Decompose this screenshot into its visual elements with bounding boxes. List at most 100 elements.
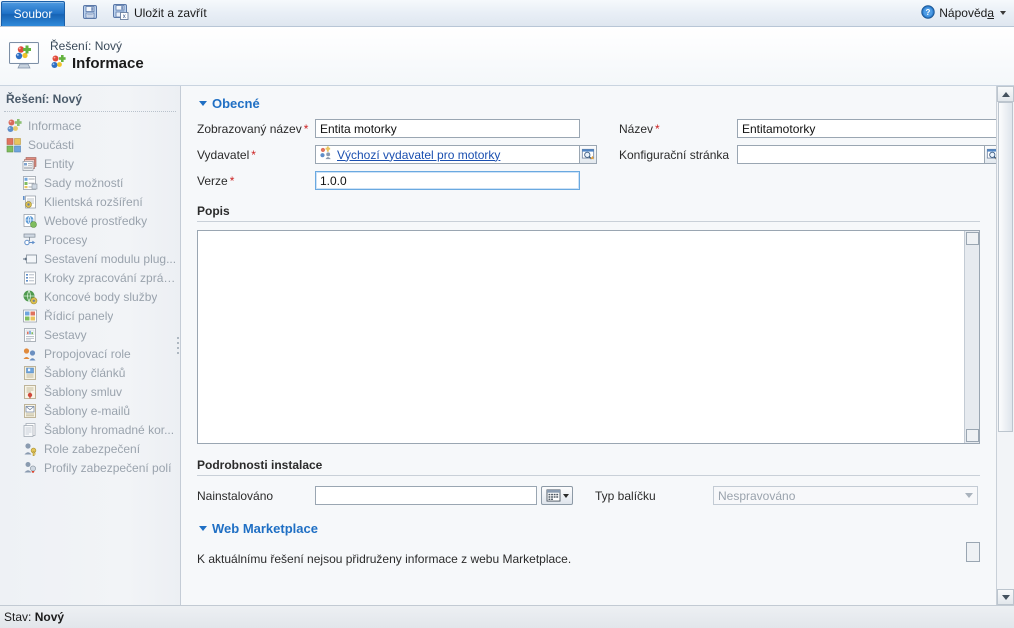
collapse-triangle-icon (199, 101, 207, 106)
publisher-lookup-field[interactable]: Výchozí vydavatel pro motorky (315, 145, 580, 164)
version-row: Verze * (197, 171, 597, 190)
file-tab-label: Soubor (13, 7, 53, 21)
sidebar-item-informace[interactable]: Informace (0, 116, 180, 135)
name-input[interactable] (737, 119, 996, 138)
sidebar-item-sablony-clanku[interactable]: Šablony článků (0, 363, 180, 382)
publisher-link[interactable]: Výchozí vydavatel pro motorky (337, 148, 500, 162)
sidebar-item-label: Šablony hromadné kor... (44, 422, 175, 437)
sidebar-item-sablony-hromadne-kor[interactable]: Šablony hromadné kor... (0, 420, 180, 439)
sidebar-item-webove-prostredky[interactable]: Webové prostředky (0, 211, 180, 230)
display-name-control (315, 119, 580, 138)
page-scrollbar[interactable] (996, 86, 1014, 605)
sidebar-item-klientska-rozsireni[interactable]: Klientská rozšíření (0, 192, 180, 211)
sidebar-item-label: Role zabezpečení (44, 441, 141, 456)
sidebar-item-label: Řídicí panely (44, 308, 114, 323)
sidebar-item-label: Šablony e-mailů (44, 403, 131, 418)
general-section-title: Obecné (212, 96, 260, 111)
components-icon (6, 137, 22, 153)
config-page-lookup-button[interactable] (985, 145, 996, 164)
sidebar-item-koncove-body-sluzby[interactable]: Koncové body služby (0, 287, 180, 306)
save-and-close-button[interactable]: x Uložit a zavřít (110, 3, 210, 24)
entity-icon (22, 156, 38, 172)
config-page-input[interactable] (737, 145, 985, 164)
status-prefix: Stav: (4, 610, 32, 624)
sidebar-item-propojovaci-role[interactable]: Propojovací role (0, 344, 180, 363)
installed-date-input[interactable] (315, 486, 537, 505)
install-fields-row: Nainstalováno Typ balíčku Nespravováno (197, 486, 980, 505)
form-content: Obecné Zobrazovaný název* Vydavatel* (181, 86, 996, 605)
description-scrollbar[interactable] (964, 231, 979, 443)
publisher-label: Vydavatel * (197, 147, 256, 162)
install-heading-block: Podrobnosti instalace (197, 458, 980, 476)
page-scroll-down-button[interactable] (997, 589, 1014, 605)
sidebar-item-label: Sestavy (44, 327, 87, 342)
sidebar-item-sablony-smluv[interactable]: Šablony smluv (0, 382, 180, 401)
sidebar-item-sablony-emailu[interactable]: Šablony e-mailů (0, 401, 180, 420)
page-scroll-up-button[interactable] (997, 86, 1014, 102)
sidebar-item-procesy[interactable]: Procesy (0, 230, 180, 249)
sidebar-item-label: Profily zabezpečení polí (44, 460, 172, 475)
page-scroll-thumb[interactable] (998, 102, 1013, 432)
email-templates-icon (22, 403, 38, 419)
version-input[interactable] (315, 171, 580, 190)
page-title: Informace (72, 55, 144, 72)
page-scroll-track[interactable] (997, 102, 1014, 589)
sidebar-title: Řešení: Nový (6, 92, 83, 106)
mail-merge-templates-icon (22, 422, 38, 438)
sidebar-item-soucasti[interactable]: Součásti (0, 135, 180, 154)
publisher-control: Výchozí vydavatel pro motorky (315, 145, 597, 164)
sidebar-item-profily-zabezpeceni-poli[interactable]: Profily zabezpečení polí (0, 458, 180, 477)
web-resources-icon (22, 213, 38, 229)
dashboards-icon (22, 308, 38, 324)
save-and-close-label: Uložit a zavřít (134, 6, 207, 20)
sidebar-item-label: Sestavení modulu plug... (44, 251, 177, 266)
description-box (197, 230, 980, 444)
sidebar-divider (4, 111, 176, 113)
package-type-select[interactable]: Nespravováno (713, 486, 978, 505)
sidebar-item-role-zabezpeceni[interactable]: Role zabezpečení (0, 439, 180, 458)
description-heading: Popis (197, 204, 230, 218)
version-control (315, 171, 580, 190)
status-bar: Stav: Nový (0, 605, 1014, 628)
installed-calendar-button[interactable] (541, 486, 573, 505)
marketplace-side-box[interactable] (966, 542, 980, 562)
reports-icon (22, 327, 38, 343)
name-row: Název * (619, 119, 996, 138)
chevron-down-icon (965, 493, 973, 498)
publisher-lookup-button[interactable] (580, 145, 597, 164)
sidebar-item-ridici-panely[interactable]: Řídicí panely (0, 306, 180, 325)
file-tab[interactable]: Soubor (1, 1, 65, 26)
arrow-up-icon (1001, 91, 1010, 97)
description-scroll-up-button[interactable] (965, 232, 979, 245)
solution-information-window: Soubor x Uložit a zavřít ? Nápověda Řeše… (0, 0, 1014, 628)
install-rule (197, 475, 980, 476)
name-control (737, 119, 996, 138)
sdk-message-steps-icon (22, 270, 38, 286)
description-scroll-down-button[interactable] (965, 429, 979, 442)
help-button[interactable]: ? Nápověda (921, 0, 1006, 26)
record-title-row: Informace (50, 54, 144, 73)
sidebar-item-label: Entity (44, 156, 75, 171)
security-roles-icon (22, 441, 38, 457)
general-left-column: Zobrazovaný název* Vydavatel* (197, 119, 597, 190)
sidebar-item-entity[interactable]: Entity (0, 154, 180, 173)
marketplace-section-header[interactable]: Web Marketplace (199, 521, 980, 536)
description-textarea[interactable] (198, 231, 964, 443)
contract-templates-icon (22, 384, 38, 400)
save-button[interactable] (79, 3, 101, 24)
config-page-row: Konfigurační stránka (619, 145, 996, 164)
solution-icon (8, 40, 40, 73)
display-name-input[interactable] (315, 119, 580, 138)
publisher-row: Vydavatel * Výchozí vydavatel pro motork… (197, 145, 597, 164)
ribbon-bar: Soubor x Uložit a zavřít ? Nápověda (0, 0, 1014, 27)
general-section-header[interactable]: Obecné (199, 96, 980, 111)
sidebar-item-sestavy[interactable]: Sestavy (0, 325, 180, 344)
sidebar-item-kroky-zpracovani-zpravy[interactable]: Kroky zpracování zprávy... (0, 268, 180, 287)
sidebar-item-label: Procesy (44, 232, 88, 247)
window-body: Řešení: Nový Informace Součásti Entity S… (0, 86, 1014, 605)
sidebar-item-sestaveni-modulu-plug[interactable]: Sestavení modulu plug... (0, 249, 180, 268)
sidebar-item-sady-moznosti[interactable]: Sady možností (0, 173, 180, 192)
sidebar-splitter[interactable] (175, 86, 180, 605)
save-icon (82, 4, 98, 23)
client-extensions-icon (22, 194, 38, 210)
